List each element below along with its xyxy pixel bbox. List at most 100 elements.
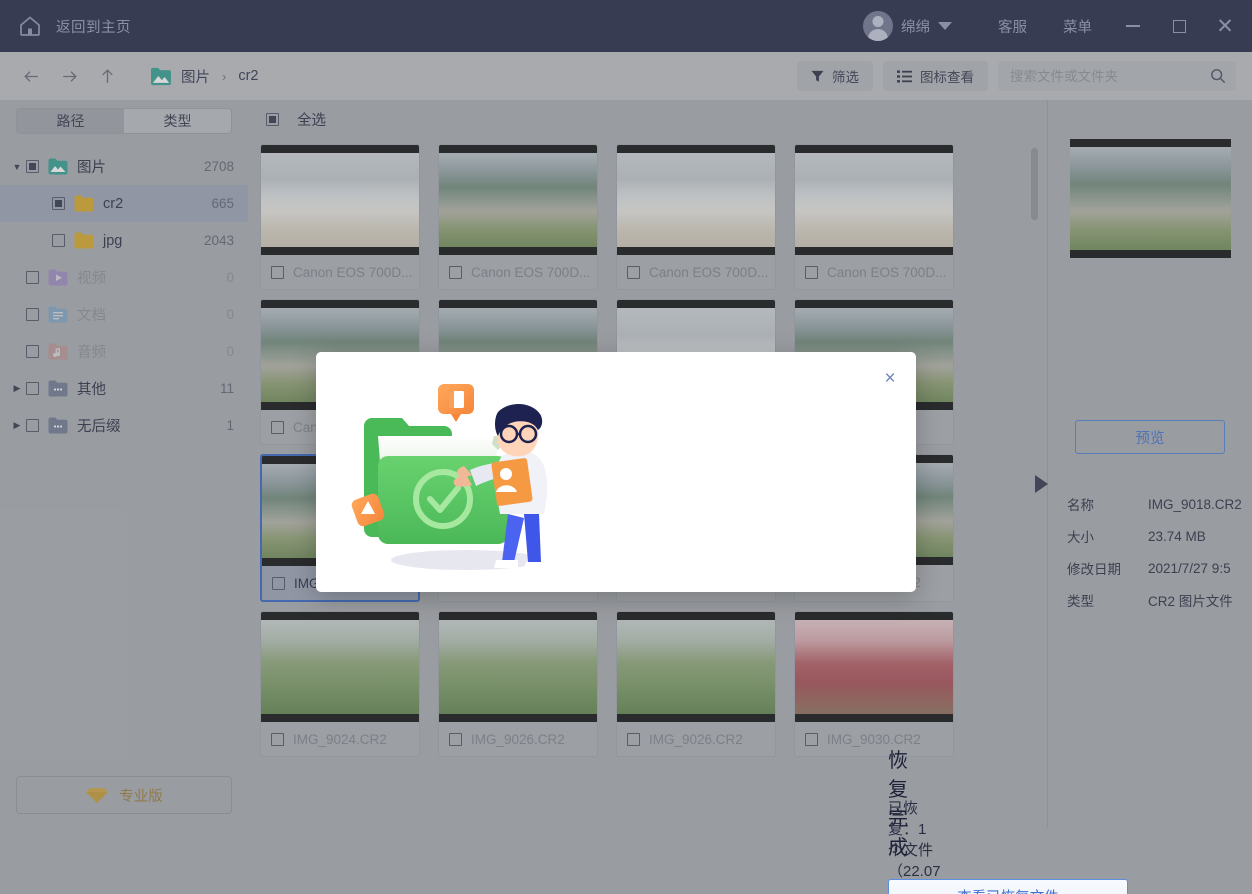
tree-item-checkbox[interactable]: [26, 271, 39, 284]
file-card[interactable]: Canon EOS 700D...: [260, 144, 420, 290]
filter-label: 筛选: [832, 66, 859, 86]
badge-icon: [438, 384, 474, 422]
recovery-complete-dialog: ×: [316, 352, 916, 592]
tree-item-checkbox[interactable]: [26, 382, 39, 395]
dialog-close-button[interactable]: ×: [877, 366, 903, 392]
menu-button[interactable]: 菜单: [1045, 16, 1110, 37]
file-card[interactable]: IMG_9024.CR2: [260, 611, 420, 757]
file-card[interactable]: Canon EOS 700D...: [438, 144, 598, 290]
preview-thumbnail: [1070, 139, 1231, 258]
user-menu[interactable]: 绵绵: [863, 11, 952, 41]
tree-item-checkbox[interactable]: [52, 234, 65, 247]
file-name: Canon EOS 700D...: [293, 265, 412, 280]
file-metadata: 名称IMG_9018.CR2大小23.74 MB修改日期2021/7/27 9:…: [1067, 488, 1252, 616]
minimize-button[interactable]: [1110, 0, 1156, 52]
file-checkbox[interactable]: [271, 421, 284, 434]
tree-item-文档[interactable]: 文档0: [0, 296, 248, 333]
pro-version-button[interactable]: 专业版: [16, 776, 232, 814]
thumbnail-image: [617, 153, 775, 247]
collapse-panel-button[interactable]: [1035, 475, 1048, 493]
tree-item-label: 其他: [77, 378, 106, 399]
arrow-right-icon: [60, 67, 79, 86]
search-input[interactable]: [1010, 69, 1210, 84]
file-card[interactable]: Canon EOS 700D...: [616, 144, 776, 290]
home-label: 返回到主页: [56, 16, 131, 37]
arrow-up-icon: [98, 67, 117, 86]
file-caption: Canon EOS 700D...: [617, 255, 775, 289]
grid-scrollbar-thumb[interactable]: [1031, 148, 1038, 220]
tree-item-checkbox[interactable]: [26, 160, 39, 173]
file-checkbox[interactable]: [449, 733, 462, 746]
tree-item-label: 文档: [77, 304, 106, 325]
file-checkbox[interactable]: [805, 266, 818, 279]
file-caption: Canon EOS 700D...: [795, 255, 953, 289]
folder-icon: [74, 232, 94, 249]
tree-item-图片[interactable]: ▼图片2708: [0, 148, 248, 185]
support-button[interactable]: 客服: [980, 16, 1045, 37]
back-button[interactable]: [14, 59, 48, 93]
breadcrumb-item-0[interactable]: 图片: [181, 66, 210, 87]
twisty-collapsed-icon[interactable]: ▶: [8, 420, 26, 431]
breadcrumb: 图片 › cr2: [150, 66, 259, 87]
file-checkbox[interactable]: [449, 266, 462, 279]
file-checkbox[interactable]: [627, 733, 640, 746]
tree-item-其他[interactable]: ▶其他11: [0, 370, 248, 407]
select-all-row[interactable]: 全选: [248, 100, 1047, 138]
twisty-expanded-icon[interactable]: ▼: [8, 162, 26, 172]
tree-item-label: 无后缀: [77, 415, 121, 436]
maximize-button[interactable]: [1156, 0, 1202, 52]
view-recovered-files-button[interactable]: 查看已恢复文件: [888, 879, 1128, 894]
sidebar-tab-type[interactable]: 类型: [124, 109, 231, 133]
thumbnail-image: [439, 153, 597, 247]
file-caption: IMG_9026.CR2: [439, 722, 597, 756]
video-icon: [48, 269, 68, 286]
tree-item-checkbox[interactable]: [52, 197, 65, 210]
tree-item-count: 665: [211, 196, 234, 211]
file-card[interactable]: Canon EOS 700D...: [794, 144, 954, 290]
file-name: IMG_9024.CR2: [293, 732, 387, 747]
metadata-row: 名称IMG_9018.CR2: [1067, 488, 1252, 520]
file-name: Canon EOS 700D...: [827, 265, 946, 280]
file-card[interactable]: IMG_9026.CR2: [616, 611, 776, 757]
close-icon: ✕: [1216, 16, 1234, 37]
close-button[interactable]: ✕: [1202, 0, 1248, 52]
file-thumbnail: [261, 612, 419, 722]
tree-item-label: cr2: [103, 196, 123, 212]
tree-item-checkbox[interactable]: [26, 308, 39, 321]
metadata-row: 修改日期2021/7/27 9:5: [1067, 552, 1252, 584]
file-name: IMG_9026.CR2: [471, 732, 565, 747]
tree-item-checkbox[interactable]: [26, 345, 39, 358]
view-mode-button[interactable]: 图标查看: [883, 61, 988, 91]
tree-item-音频[interactable]: 音频0: [0, 333, 248, 370]
file-card[interactable]: IMG_9030.CR2: [794, 611, 954, 757]
home-button[interactable]: 返回到主页: [0, 14, 131, 38]
file-card[interactable]: IMG_9026.CR2: [438, 611, 598, 757]
file-caption: IMG_9024.CR2: [261, 722, 419, 756]
pictures-folder-icon: [48, 158, 68, 175]
select-all-checkbox[interactable]: [266, 113, 279, 126]
forward-button[interactable]: [52, 59, 86, 93]
search-icon[interactable]: [1210, 68, 1226, 84]
metadata-key: 类型: [1067, 590, 1148, 610]
file-checkbox[interactable]: [271, 266, 284, 279]
filter-button[interactable]: 筛选: [797, 61, 873, 91]
tree-item-checkbox[interactable]: [26, 419, 39, 432]
grid-scrollbar[interactable]: [1031, 148, 1038, 788]
tree-item-无后缀[interactable]: ▶无后缀1: [0, 407, 248, 444]
tree-item-视频[interactable]: 视频0: [0, 259, 248, 296]
tree-item-jpg[interactable]: jpg2043: [0, 222, 248, 259]
sidebar-tab-path[interactable]: 路径: [17, 109, 124, 133]
file-checkbox[interactable]: [805, 733, 818, 746]
up-button[interactable]: [90, 59, 124, 93]
twisty-collapsed-icon[interactable]: ▶: [8, 383, 26, 394]
breadcrumb-item-1[interactable]: cr2: [238, 68, 258, 84]
tree-item-cr2[interactable]: cr2 665: [0, 185, 248, 222]
preview-button[interactable]: 预览: [1075, 420, 1225, 454]
file-checkbox[interactable]: [272, 577, 285, 590]
file-caption: IMG_9030.CR2: [795, 722, 953, 756]
search-box[interactable]: [998, 61, 1236, 91]
filter-icon: [811, 70, 824, 83]
file-checkbox[interactable]: [271, 733, 284, 746]
file-checkbox[interactable]: [627, 266, 640, 279]
file-caption: IMG_9026.CR2: [617, 722, 775, 756]
